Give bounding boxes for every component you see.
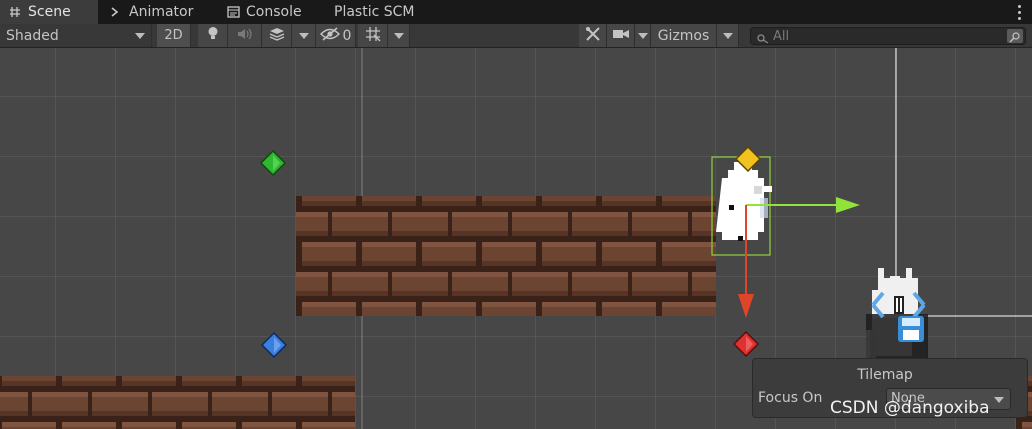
more-options-icon[interactable] — [1016, 3, 1022, 21]
lightbulb-icon — [207, 26, 219, 45]
camera-icon — [612, 28, 630, 44]
editor-tab-bar: Scene Animator Console Plastic SCM — [0, 0, 1032, 24]
scene-toolbar: Shaded 2D 0 Gizmos All — [0, 24, 1032, 48]
scene-visibility-toggle[interactable]: 0 — [316, 24, 356, 47]
grid-icon — [365, 26, 381, 46]
chevron-down-icon — [637, 32, 648, 39]
chevron-down-icon — [994, 397, 1004, 403]
chevron-down-icon — [393, 32, 404, 39]
search-options-icon[interactable] — [1007, 29, 1023, 43]
tools-icon — [585, 26, 601, 46]
tab-label: Plastic SCM — [334, 4, 415, 20]
animator-icon — [109, 5, 123, 19]
tab-label: Console — [246, 4, 302, 20]
tools-toggle[interactable] — [579, 24, 607, 47]
gizmos-dropdown[interactable] — [717, 24, 739, 47]
shading-mode-dropdown[interactable]: Shaded — [0, 24, 152, 47]
green-gem-icon[interactable] — [259, 149, 287, 177]
brick-ground[interactable] — [0, 376, 355, 429]
focus-on-label: Focus On — [758, 390, 823, 406]
brick-platform[interactable] — [296, 196, 716, 316]
tab-plastic-scm[interactable]: Plastic SCM — [326, 0, 430, 24]
tab-label: Scene — [28, 4, 71, 20]
chevron-down-icon — [298, 32, 309, 39]
gizmos-toggle[interactable]: Gizmos — [651, 24, 717, 47]
knight-character-sprite[interactable] — [866, 268, 928, 358]
hidden-count: 0 — [342, 27, 352, 44]
lighting-toggle[interactable] — [198, 24, 228, 47]
scene-search-field[interactable]: All — [750, 27, 1026, 45]
search-placeholder: All — [773, 29, 790, 44]
watermark-text: CSDN @dangoxiba — [830, 398, 990, 418]
gizmos-label: Gizmos — [657, 27, 710, 44]
eye-hidden-icon — [319, 26, 340, 45]
chevron-down-icon — [135, 32, 145, 39]
toggle-2d-button[interactable]: 2D — [157, 24, 191, 47]
chevron-down-icon — [722, 32, 733, 39]
camera-toggle[interactable] — [607, 24, 635, 47]
tab-animator[interactable]: Animator — [101, 0, 213, 24]
red-gem-icon[interactable] — [732, 330, 760, 358]
grid-toggle[interactable] — [358, 24, 388, 47]
console-icon — [226, 5, 240, 19]
camera-dropdown[interactable] — [635, 24, 651, 47]
hash-icon — [8, 5, 22, 19]
tab-label: Animator — [129, 4, 194, 20]
shading-mode-value: Shaded — [6, 27, 59, 44]
effects-dropdown[interactable] — [292, 24, 316, 47]
tab-console[interactable]: Console — [218, 0, 318, 24]
unity-scene-window: Scene Animator Console Plastic SCM Shade… — [0, 0, 1032, 429]
toggle-2d-label: 2D — [164, 28, 183, 43]
blue-gem-icon[interactable] — [260, 331, 288, 359]
overlay-title: Tilemap — [857, 367, 913, 383]
layers-icon — [269, 27, 285, 45]
effects-toggle[interactable] — [262, 24, 292, 47]
audio-toggle[interactable] — [228, 24, 262, 47]
search-icon — [756, 30, 770, 49]
grid-dropdown[interactable] — [388, 24, 410, 47]
speaker-icon — [236, 27, 254, 45]
tab-scene[interactable]: Scene — [0, 0, 98, 24]
